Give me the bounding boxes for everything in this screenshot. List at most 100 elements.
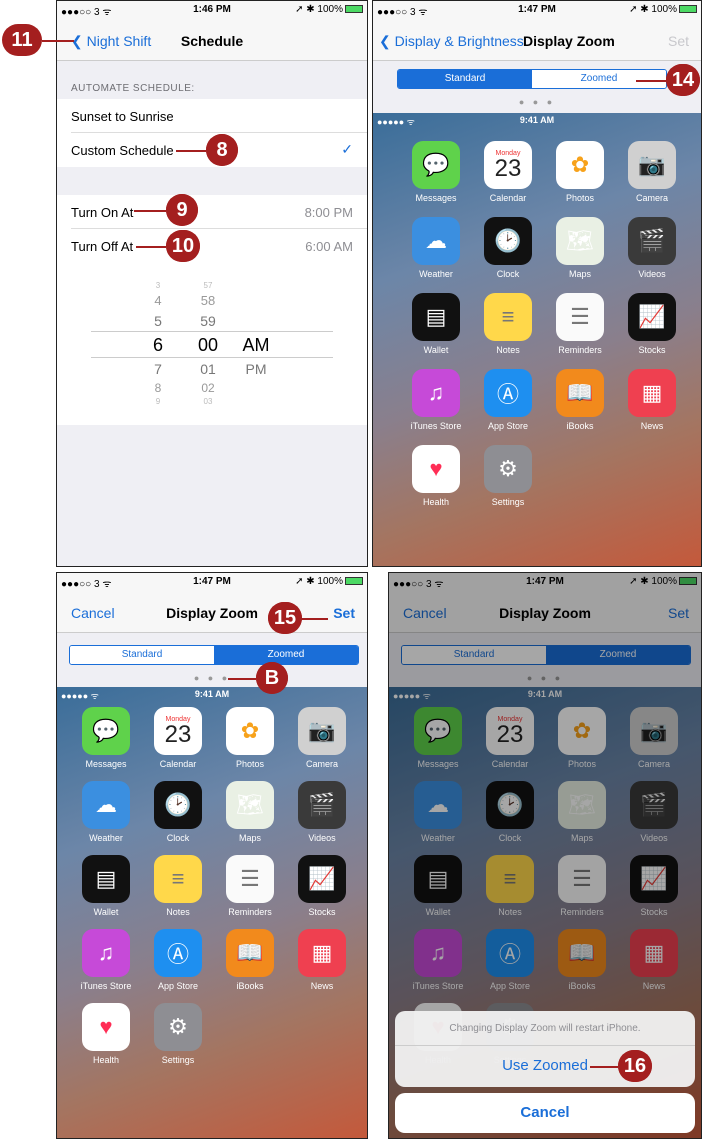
turn-on-label: Turn On At <box>71 205 134 220</box>
checkmark-icon: ✓ <box>341 141 353 157</box>
app-health[interactable]: ♥ Health <box>71 1003 141 1065</box>
app-label: Weather <box>89 833 123 843</box>
app-itunes-store[interactable]: ♫ iTunes Store <box>71 929 141 991</box>
app-wallet[interactable]: ▤ Wallet <box>401 293 471 355</box>
app-videos[interactable]: 🎬 Videos <box>617 217 687 279</box>
home-screen-preview: ●●●●● ᯤ 9:41 AM 💬 Messages Monday 23 Calendar… <box>373 113 701 566</box>
app-maps[interactable]: 🗺 Maps <box>215 781 285 843</box>
app-messages[interactable]: 💬 Messages <box>401 141 471 203</box>
app-label: Settings <box>491 497 525 507</box>
app-label: News <box>310 981 334 991</box>
app-health[interactable]: ♥ Health <box>401 445 471 507</box>
back-button[interactable]: ❮ Display & Brightness <box>379 33 524 50</box>
app-calendar[interactable]: Monday 23 Calendar <box>143 707 213 769</box>
turn-off-value: 6:00 AM <box>305 239 353 254</box>
videos-icon: 🎬 <box>628 217 676 265</box>
app-itunes-store[interactable]: ♫ iTunes Store <box>401 369 471 431</box>
app-label: Stocks <box>638 345 666 355</box>
app-notes[interactable]: ≡ Notes <box>143 855 213 917</box>
notes-icon: ≡ <box>484 293 532 341</box>
app-calendar[interactable]: Monday 23 Calendar <box>473 141 543 203</box>
app-clock[interactable]: 🕑 Clock <box>473 217 543 279</box>
app-ibooks[interactable]: 📖 iBooks <box>545 369 615 431</box>
status-time: 9:41 AM <box>519 115 555 125</box>
ibooks-icon: 📖 <box>226 929 274 977</box>
clock-icon: 🕑 <box>154 781 202 829</box>
app-label: Messages <box>415 193 457 203</box>
app-news[interactable]: ▦ News <box>287 929 357 991</box>
status-bar: ●●●○○ 3 ᯤ 1:47 PM ➚ ✱ 100% <box>57 573 367 591</box>
app-store-icon: Ⓐ <box>484 369 532 417</box>
clock-icon: 🕑 <box>484 217 532 265</box>
battery-text: ➚ ✱ 100% <box>295 576 343 587</box>
app-label: Health <box>92 1055 119 1065</box>
app-label: Calendar <box>159 759 197 769</box>
app-label: Notes <box>166 907 190 917</box>
app-messages[interactable]: 💬 Messages <box>71 707 141 769</box>
app-ibooks[interactable]: 📖 iBooks <box>215 929 285 991</box>
app-settings[interactable]: ⚙ Settings <box>143 1003 213 1065</box>
app-photos[interactable]: ✿ Photos <box>545 141 615 203</box>
health-icon: ♥ <box>412 445 460 493</box>
page-title: Display Zoom <box>523 33 615 49</box>
app-wallet[interactable]: ▤ Wallet <box>71 855 141 917</box>
app-stocks[interactable]: 📈 Stocks <box>287 855 357 917</box>
app-reminders[interactable]: ☰ Reminders <box>215 855 285 917</box>
app-photos[interactable]: ✿ Photos <box>215 707 285 769</box>
app-videos[interactable]: 🎬 Videos <box>287 781 357 843</box>
turn-on-at-row[interactable]: Turn On At 8:00 PM <box>57 195 367 229</box>
callout-arrow <box>136 246 166 248</box>
app-app-store[interactable]: Ⓐ App Store <box>473 369 543 431</box>
app-app-store[interactable]: Ⓐ App Store <box>143 929 213 991</box>
app-camera[interactable]: 📷 Camera <box>617 141 687 203</box>
app-weather[interactable]: ☁ Weather <box>401 217 471 279</box>
app-reminders[interactable]: ☰ Reminders <box>545 293 615 355</box>
app-label: Photos <box>235 759 265 769</box>
set-button[interactable]: Set <box>333 605 355 621</box>
settings-icon: ⚙ <box>154 1003 202 1051</box>
nav-bar: ❮ Night Shift Schedule <box>57 19 367 61</box>
app-news[interactable]: ▦ News <box>617 369 687 431</box>
app-maps[interactable]: 🗺 Maps <box>545 217 615 279</box>
app-notes[interactable]: ≡ Notes <box>473 293 543 355</box>
photos-icon: ✿ <box>556 141 604 189</box>
app-camera[interactable]: 📷 Camera <box>287 707 357 769</box>
news-icon: ▦ <box>298 929 346 977</box>
hour-item: 9 <box>155 397 161 406</box>
app-label: Clock <box>166 833 190 843</box>
callout-arrow <box>134 210 166 212</box>
segment-zoomed[interactable]: Zoomed <box>532 70 666 88</box>
calendar-icon: Monday 23 <box>154 707 202 755</box>
zoom-segmented-control[interactable]: Standard Zoomed <box>397 69 667 89</box>
app-label: Reminders <box>558 345 602 355</box>
app-label: App Store <box>487 421 529 431</box>
callout-arrow <box>300 618 328 620</box>
page-title: Schedule <box>180 33 244 49</box>
app-label: Wallet <box>93 907 119 917</box>
set-button[interactable]: Set <box>668 33 689 49</box>
ampm-selected: AM <box>242 335 270 355</box>
time-picker[interactable]: 3 4 5 6 7 8 9 57 58 59 00 01 02 03 AM PM <box>57 263 367 425</box>
app-stocks[interactable]: 📈 Stocks <box>617 293 687 355</box>
nav-bar: ❮ Display & Brightness Display Zoom Set <box>373 19 701 61</box>
callout-arrow <box>636 80 666 82</box>
zoom-segmented-control[interactable]: Standard Zoomed <box>69 645 359 665</box>
app-clock[interactable]: 🕑 Clock <box>143 781 213 843</box>
turn-off-at-row[interactable]: Turn Off At 6:00 AM <box>57 229 367 263</box>
app-label: Notes <box>496 345 520 355</box>
sheet-cancel-button[interactable]: Cancel <box>395 1093 695 1133</box>
segment-standard[interactable]: Standard <box>70 646 214 664</box>
app-settings[interactable]: ⚙ Settings <box>473 445 543 507</box>
segment-standard[interactable]: Standard <box>398 70 532 88</box>
minute-item: 01 <box>200 361 216 377</box>
battery-indicator: ➚ ✱ 100% <box>295 576 363 587</box>
segment-zoomed[interactable]: Zoomed <box>214 646 358 664</box>
home-screen-preview: ●●●●● ᯤ 9:41 AM 💬 Messages Monday 23 Calendar… <box>57 687 367 1138</box>
callout-10: 10 <box>166 230 200 262</box>
reminders-icon: ☰ <box>226 855 274 903</box>
photos-icon: ✿ <box>226 707 274 755</box>
callout-9: 9 <box>166 194 198 226</box>
callout-arrow <box>228 678 256 680</box>
option-sunset-to-sunrise[interactable]: Sunset to Sunrise <box>57 99 367 133</box>
app-weather[interactable]: ☁ Weather <box>71 781 141 843</box>
